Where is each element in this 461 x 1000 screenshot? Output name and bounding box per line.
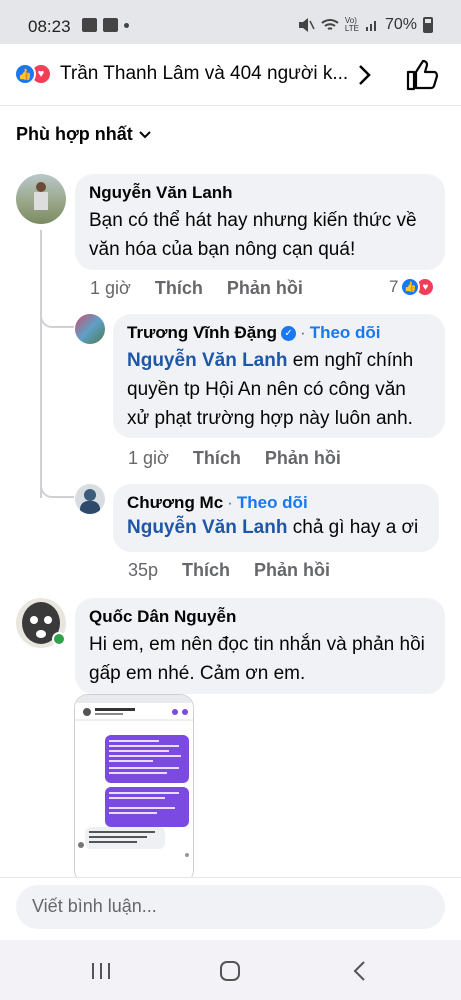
reaction-count[interactable]: 7 👍 ♥ bbox=[389, 277, 436, 297]
comment-bubble[interactable]: Quốc Dân Nguyễn Hi em, em nên đọc tin nh… bbox=[75, 598, 445, 694]
verified-icon: ✓ bbox=[281, 325, 297, 341]
thumbs-up-icon[interactable] bbox=[404, 58, 440, 92]
wifi-icon bbox=[321, 19, 339, 30]
status-time: 08:23 bbox=[28, 17, 71, 36]
reply-text: Nguyễn Văn Lanh em nghĩ chính quyền tp H… bbox=[127, 346, 431, 433]
reply-button[interactable]: Phản hồi bbox=[227, 278, 303, 299]
avatar[interactable] bbox=[75, 314, 105, 344]
follow-button[interactable]: Theo dõi bbox=[237, 493, 308, 513]
battery-percent: 70% bbox=[384, 16, 417, 33]
avatar[interactable] bbox=[16, 174, 66, 224]
reaction-summary[interactable]: 👍 ♥ bbox=[14, 63, 54, 87]
thread-connector bbox=[40, 464, 74, 498]
recent-apps-icon bbox=[92, 963, 110, 979]
like-button[interactable]: Thích bbox=[155, 278, 203, 299]
mention-link[interactable]: Nguyễn Văn Lanh bbox=[127, 517, 287, 538]
avatar[interactable] bbox=[75, 484, 105, 514]
dot-icon bbox=[124, 23, 129, 28]
battery-icon bbox=[423, 17, 433, 33]
thread-line bbox=[40, 230, 42, 498]
reply-body: chả gì hay a ơi bbox=[287, 517, 419, 538]
recent-apps-button[interactable] bbox=[86, 956, 116, 986]
reply-bubble[interactable]: Trương Vĩnh Đặng ✓ · Theo dõi Nguyễn Văn… bbox=[113, 314, 445, 438]
separator: · bbox=[227, 493, 233, 512]
comment-text: Hi em, em nên đọc tin nhắn và phản hồi g… bbox=[89, 634, 425, 684]
reply-actions: 35p Thích Phản hồi bbox=[128, 560, 330, 581]
comment-actions: 1 giờ Thích Phản hồi bbox=[90, 278, 303, 299]
mention-link[interactable]: Nguyễn Văn Lanh bbox=[127, 350, 287, 371]
message-icon bbox=[103, 18, 118, 32]
comment-input[interactable]: Viết bình luận... bbox=[16, 885, 445, 929]
reply-button[interactable]: Phản hồi bbox=[254, 560, 330, 581]
status-bar: 08:23 Vo) LTE 70% bbox=[0, 0, 461, 44]
comment-author[interactable]: Quốc Dân Nguyễn bbox=[89, 607, 431, 627]
reply-time: 1 giờ bbox=[128, 448, 169, 468]
reply-header: Trương Vĩnh Đặng ✓ · Theo dõi bbox=[127, 323, 431, 343]
notification-icons bbox=[82, 18, 129, 32]
reaction-count-value: 7 bbox=[389, 277, 399, 296]
reply-actions: 1 giờ Thích Phản hồi bbox=[128, 448, 341, 469]
thread-connector bbox=[40, 294, 74, 328]
comment-composer: Viết bình luận... bbox=[0, 877, 461, 940]
sheet-header: 👍 ♥ Trần Thanh Lâm và 404 người k... bbox=[0, 44, 461, 106]
comments-sheet: 👍 ♥ Trần Thanh Lâm và 404 người k... Phù… bbox=[0, 44, 461, 940]
comment-text: Bạn có thể hát hay nhưng kiến thức về vă… bbox=[89, 210, 417, 260]
system-nav-bar bbox=[0, 940, 461, 1000]
online-status-icon bbox=[52, 632, 66, 646]
back-icon bbox=[353, 961, 365, 981]
mute-icon bbox=[298, 18, 315, 32]
signal-icon bbox=[365, 21, 376, 31]
follow-button[interactable]: Theo dõi bbox=[310, 323, 381, 343]
like-button[interactable]: Thích bbox=[182, 560, 230, 581]
reactions-title[interactable]: Trần Thanh Lâm và 404 người k... bbox=[60, 63, 348, 85]
reply-author[interactable]: Chương Mc bbox=[127, 493, 223, 513]
like-reaction-icon: 👍 bbox=[14, 63, 36, 85]
reply-header: Chương Mc · Theo dõi bbox=[127, 493, 425, 513]
back-button[interactable] bbox=[344, 956, 374, 986]
reply-bubble[interactable]: Chương Mc · Theo dõi Nguyễn Văn Lanh chả… bbox=[113, 484, 439, 552]
reply-time: 35p bbox=[128, 560, 159, 580]
reply-author[interactable]: Trương Vĩnh Đặng bbox=[127, 323, 277, 343]
comment-author[interactable]: Nguyễn Văn Lanh bbox=[89, 183, 431, 203]
comment-time: 1 giờ bbox=[90, 278, 131, 298]
home-button[interactable] bbox=[215, 956, 245, 986]
sort-dropdown[interactable]: Phù hợp nhất bbox=[16, 124, 151, 145]
comment-image-attachment[interactable] bbox=[74, 694, 194, 884]
chevron-down-icon bbox=[139, 130, 151, 138]
image-icon bbox=[82, 18, 97, 32]
lte-icon: Vo) LTE bbox=[344, 16, 359, 33]
reply-button[interactable]: Phản hồi bbox=[265, 448, 341, 469]
home-icon bbox=[220, 961, 240, 981]
reply-text: Nguyễn Văn Lanh chả gì hay a ơi bbox=[127, 513, 425, 542]
comment-bubble[interactable]: Nguyễn Văn Lanh Bạn có thể hát hay nhưng… bbox=[75, 174, 445, 270]
status-right: Vo) LTE 70% bbox=[297, 16, 433, 34]
like-button[interactable]: Thích bbox=[193, 448, 241, 469]
sort-label: Phù hợp nhất bbox=[16, 124, 133, 144]
separator: · bbox=[300, 323, 306, 342]
attached-screenshot-image bbox=[75, 695, 193, 883]
chevron-right-icon[interactable] bbox=[358, 64, 372, 86]
